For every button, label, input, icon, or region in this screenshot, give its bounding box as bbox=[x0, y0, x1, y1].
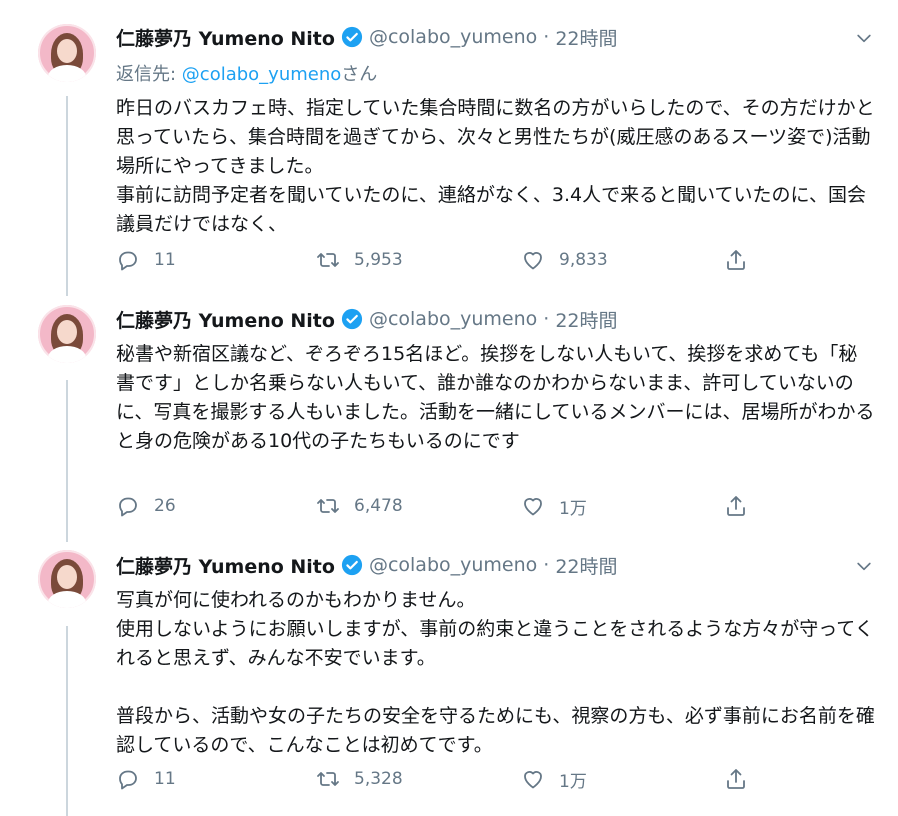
retweet-icon bbox=[317, 499, 339, 513]
avatar[interactable] bbox=[38, 550, 96, 608]
reply-mention-link[interactable]: @colabo_yumeno bbox=[182, 64, 341, 85]
retweet-button[interactable]: 6,478 bbox=[316, 491, 403, 521]
reply-suffix: さん bbox=[341, 64, 378, 85]
tweet[interactable]: 仁藤夢乃 Yumeno Nito @colabo_yumeno · 22時間 写… bbox=[0, 540, 898, 816]
retweet-button[interactable]: 5,953 bbox=[316, 245, 403, 275]
share-button[interactable] bbox=[724, 245, 762, 275]
share-icon bbox=[727, 250, 745, 270]
reply-context: 返信先: @colabo_yumenoさん bbox=[116, 60, 377, 86]
reply-button[interactable]: 26 bbox=[116, 491, 176, 521]
author-name[interactable]: 仁藤夢乃 Yumeno Nito bbox=[116, 24, 335, 51]
tweet-text: 秘書や新宿区議など、ぞろぞろ15名ほど。挨拶をしない人もいて、挨拶を求めても「秘… bbox=[116, 343, 875, 452]
avatar[interactable] bbox=[38, 305, 96, 363]
like-button[interactable]: 1万 bbox=[521, 764, 587, 794]
verified-badge-icon bbox=[341, 26, 363, 48]
reply-icon bbox=[119, 251, 137, 271]
retweet-icon bbox=[317, 772, 339, 786]
reply-prefix: 返信先: bbox=[116, 64, 182, 85]
share-icon bbox=[727, 769, 745, 789]
separator-dot: · bbox=[543, 308, 550, 330]
like-button[interactable]: 9,833 bbox=[521, 245, 608, 275]
tweet[interactable]: 仁藤夢乃 Yumeno Nito @colabo_yumeno · 22時間 返… bbox=[0, 0, 898, 290]
reply-count: 11 bbox=[154, 250, 176, 270]
reply-count: 11 bbox=[154, 769, 176, 789]
share-button[interactable] bbox=[724, 491, 762, 521]
reply-icon bbox=[119, 770, 137, 790]
author-handle[interactable]: @colabo_yumeno bbox=[369, 26, 537, 48]
like-count: 9,833 bbox=[559, 250, 608, 270]
author-name[interactable]: 仁藤夢乃 Yumeno Nito bbox=[116, 552, 335, 579]
tweet-text: 昨日のバスカフェ時、指定していた集合時間に数名の方がいらしたので、その方だけかと… bbox=[116, 97, 875, 235]
retweet-count: 5,328 bbox=[354, 769, 403, 789]
tweet-time[interactable]: 22時間 bbox=[555, 552, 617, 579]
retweet-icon bbox=[317, 253, 339, 267]
tweet-time[interactable]: 22時間 bbox=[555, 306, 617, 333]
separator-dot: · bbox=[543, 26, 550, 48]
like-count: 1万 bbox=[559, 771, 587, 792]
author-handle[interactable]: @colabo_yumeno bbox=[369, 308, 537, 330]
retweet-button[interactable]: 5,328 bbox=[316, 764, 403, 794]
author-name[interactable]: 仁藤夢乃 Yumeno Nito bbox=[116, 306, 335, 333]
reply-button[interactable]: 11 bbox=[116, 245, 176, 275]
tweet[interactable]: 仁藤夢乃 Yumeno Nito @colabo_yumeno · 22時間 秘… bbox=[0, 290, 898, 540]
chevron-down-icon[interactable] bbox=[854, 556, 874, 576]
avatar[interactable] bbox=[38, 24, 96, 82]
heart-icon bbox=[524, 498, 542, 516]
retweet-count: 6,478 bbox=[354, 496, 403, 516]
verified-badge-icon bbox=[341, 554, 363, 576]
tweet-actions: 26 6,478 1万 bbox=[116, 491, 756, 521]
tweet-actions: 11 5,328 1万 bbox=[116, 764, 756, 794]
tweet-time[interactable]: 22時間 bbox=[555, 24, 617, 51]
like-button[interactable]: 1万 bbox=[521, 491, 587, 521]
author-handle[interactable]: @colabo_yumeno bbox=[369, 554, 537, 576]
heart-icon bbox=[524, 252, 542, 270]
tweet-actions: 11 5,953 9,833 bbox=[116, 245, 756, 275]
retweet-count: 5,953 bbox=[354, 250, 403, 270]
like-count: 1万 bbox=[559, 498, 587, 519]
share-icon bbox=[727, 496, 745, 516]
chevron-down-icon[interactable] bbox=[854, 28, 874, 48]
tweet-text: 写真が何に使われるのかもわかりません。 使用しないようにお願いしますが、事前の約… bbox=[116, 589, 875, 756]
reply-count: 26 bbox=[154, 496, 176, 516]
reply-icon bbox=[119, 497, 137, 517]
heart-icon bbox=[524, 771, 542, 789]
separator-dot: · bbox=[543, 554, 550, 576]
reply-button[interactable]: 11 bbox=[116, 764, 176, 794]
share-button[interactable] bbox=[724, 764, 762, 794]
verified-badge-icon bbox=[341, 308, 363, 330]
